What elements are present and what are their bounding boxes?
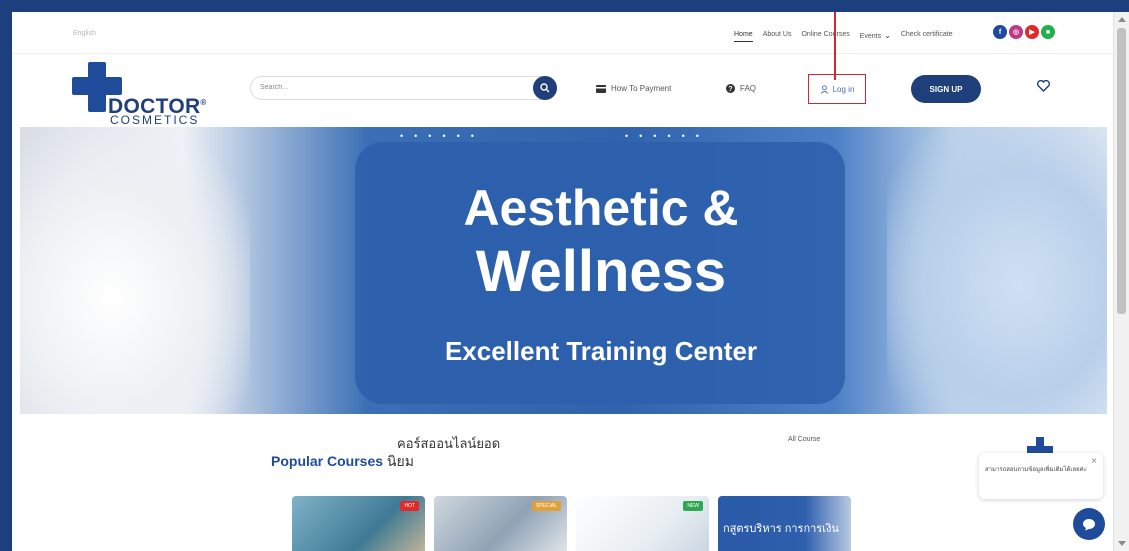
how-to-payment-label: How To Payment xyxy=(611,84,672,93)
search-button[interactable] xyxy=(533,76,557,100)
hero-banner[interactable]: •••••• •••••• Aesthetic & Wellness Excel… xyxy=(20,127,1107,414)
close-icon[interactable]: × xyxy=(1091,456,1097,467)
nav-home[interactable]: Home xyxy=(734,31,753,42)
line-icon[interactable]: ■ xyxy=(1041,25,1055,39)
scroll-thumb[interactable] xyxy=(1117,28,1126,314)
course-card[interactable]: HOT xyxy=(292,496,425,551)
nav-about-us[interactable]: About Us xyxy=(763,31,792,42)
course-card[interactable]: กสูตรบริหาร การการเงิน xyxy=(718,496,851,551)
youtube-icon[interactable]: ▶ xyxy=(1025,25,1039,39)
payment-card-icon xyxy=(596,84,606,93)
signup-button[interactable]: SIGN UP xyxy=(911,75,981,103)
chat-popup: × สามารถสอบถามข้อมูลเพิ่มเติมได้เลยค่ะ xyxy=(979,453,1103,499)
chevron-down-icon: ⌄ xyxy=(884,31,891,40)
search-input[interactable] xyxy=(260,84,520,91)
how-to-payment-link[interactable]: How To Payment xyxy=(596,84,671,93)
svg-text:?: ? xyxy=(728,86,732,93)
scroll-down-arrow-icon[interactable] xyxy=(1118,541,1126,546)
popular-heading-en: Popular Courses xyxy=(271,453,384,469)
nav-events-label: Events xyxy=(859,33,882,40)
hero-subtitle: Excellent Training Center xyxy=(444,336,758,366)
hot-badge: HOT xyxy=(400,501,419,511)
chat-icon xyxy=(1083,518,1095,530)
instagram-icon[interactable]: ◎ xyxy=(1009,25,1023,39)
course-card[interactable]: NEW xyxy=(576,496,709,551)
course-card-title: กสูตรบริหาร การการเงิน xyxy=(723,523,839,535)
wishlist-heart-icon[interactable] xyxy=(1037,79,1050,97)
search-icon xyxy=(540,83,550,93)
question-icon: ? xyxy=(726,84,735,93)
search-box xyxy=(250,76,557,100)
facebook-icon[interactable]: f xyxy=(993,25,1007,39)
faq-label: FAQ xyxy=(740,84,757,93)
social-links: f ◎ ▶ ■ xyxy=(993,25,1055,39)
hero-title-line2: Wellness xyxy=(475,239,727,304)
login-button[interactable]: Log in xyxy=(808,74,866,104)
browser-viewport: English Home About Us Online Courses Eve… xyxy=(12,12,1113,551)
hero-title-line1: Aesthetic & xyxy=(463,180,739,236)
annotation-arrow xyxy=(834,12,836,80)
login-label: Log in xyxy=(832,84,855,94)
new-badge: NEW xyxy=(683,501,703,511)
top-nav: Home About Us Online Courses Events ⌄ Che… xyxy=(734,31,953,42)
popular-heading: Popular Courses นิยม xyxy=(271,451,414,473)
decorative-dots: •••••• xyxy=(400,131,485,141)
scroll-up-arrow-icon[interactable] xyxy=(1118,17,1126,22)
user-icon xyxy=(820,84,828,94)
faq-link[interactable]: ? FAQ xyxy=(726,84,756,93)
doctor-cosmetics-logo[interactable]: DOCTOR® COSMETICS xyxy=(72,62,222,127)
nav-online-courses[interactable]: Online Courses xyxy=(801,31,849,42)
special-badge: SPECIAL xyxy=(531,501,561,511)
chat-message: สามารถสอบถามข้อมูลเพิ่มเติมได้เลยค่ะ xyxy=(985,467,1087,473)
language-selector[interactable]: English xyxy=(73,30,96,37)
chat-button[interactable] xyxy=(1073,508,1105,540)
top-bar: English Home About Us Online Courses Eve… xyxy=(12,12,1113,54)
popular-heading-th: นิยม xyxy=(386,453,414,469)
course-card[interactable]: SPECIAL xyxy=(434,496,567,551)
all-course-link[interactable]: All Course xyxy=(788,436,820,443)
logo-registered: ® xyxy=(200,98,207,107)
nav-events[interactable]: Events ⌄ xyxy=(860,31,891,42)
logo-subtitle: COSMETICS xyxy=(110,113,200,127)
scrollbar[interactable] xyxy=(1113,12,1129,551)
nav-check-certificate[interactable]: Check certificate xyxy=(901,31,953,42)
decorative-dots: •••••• xyxy=(625,131,710,141)
